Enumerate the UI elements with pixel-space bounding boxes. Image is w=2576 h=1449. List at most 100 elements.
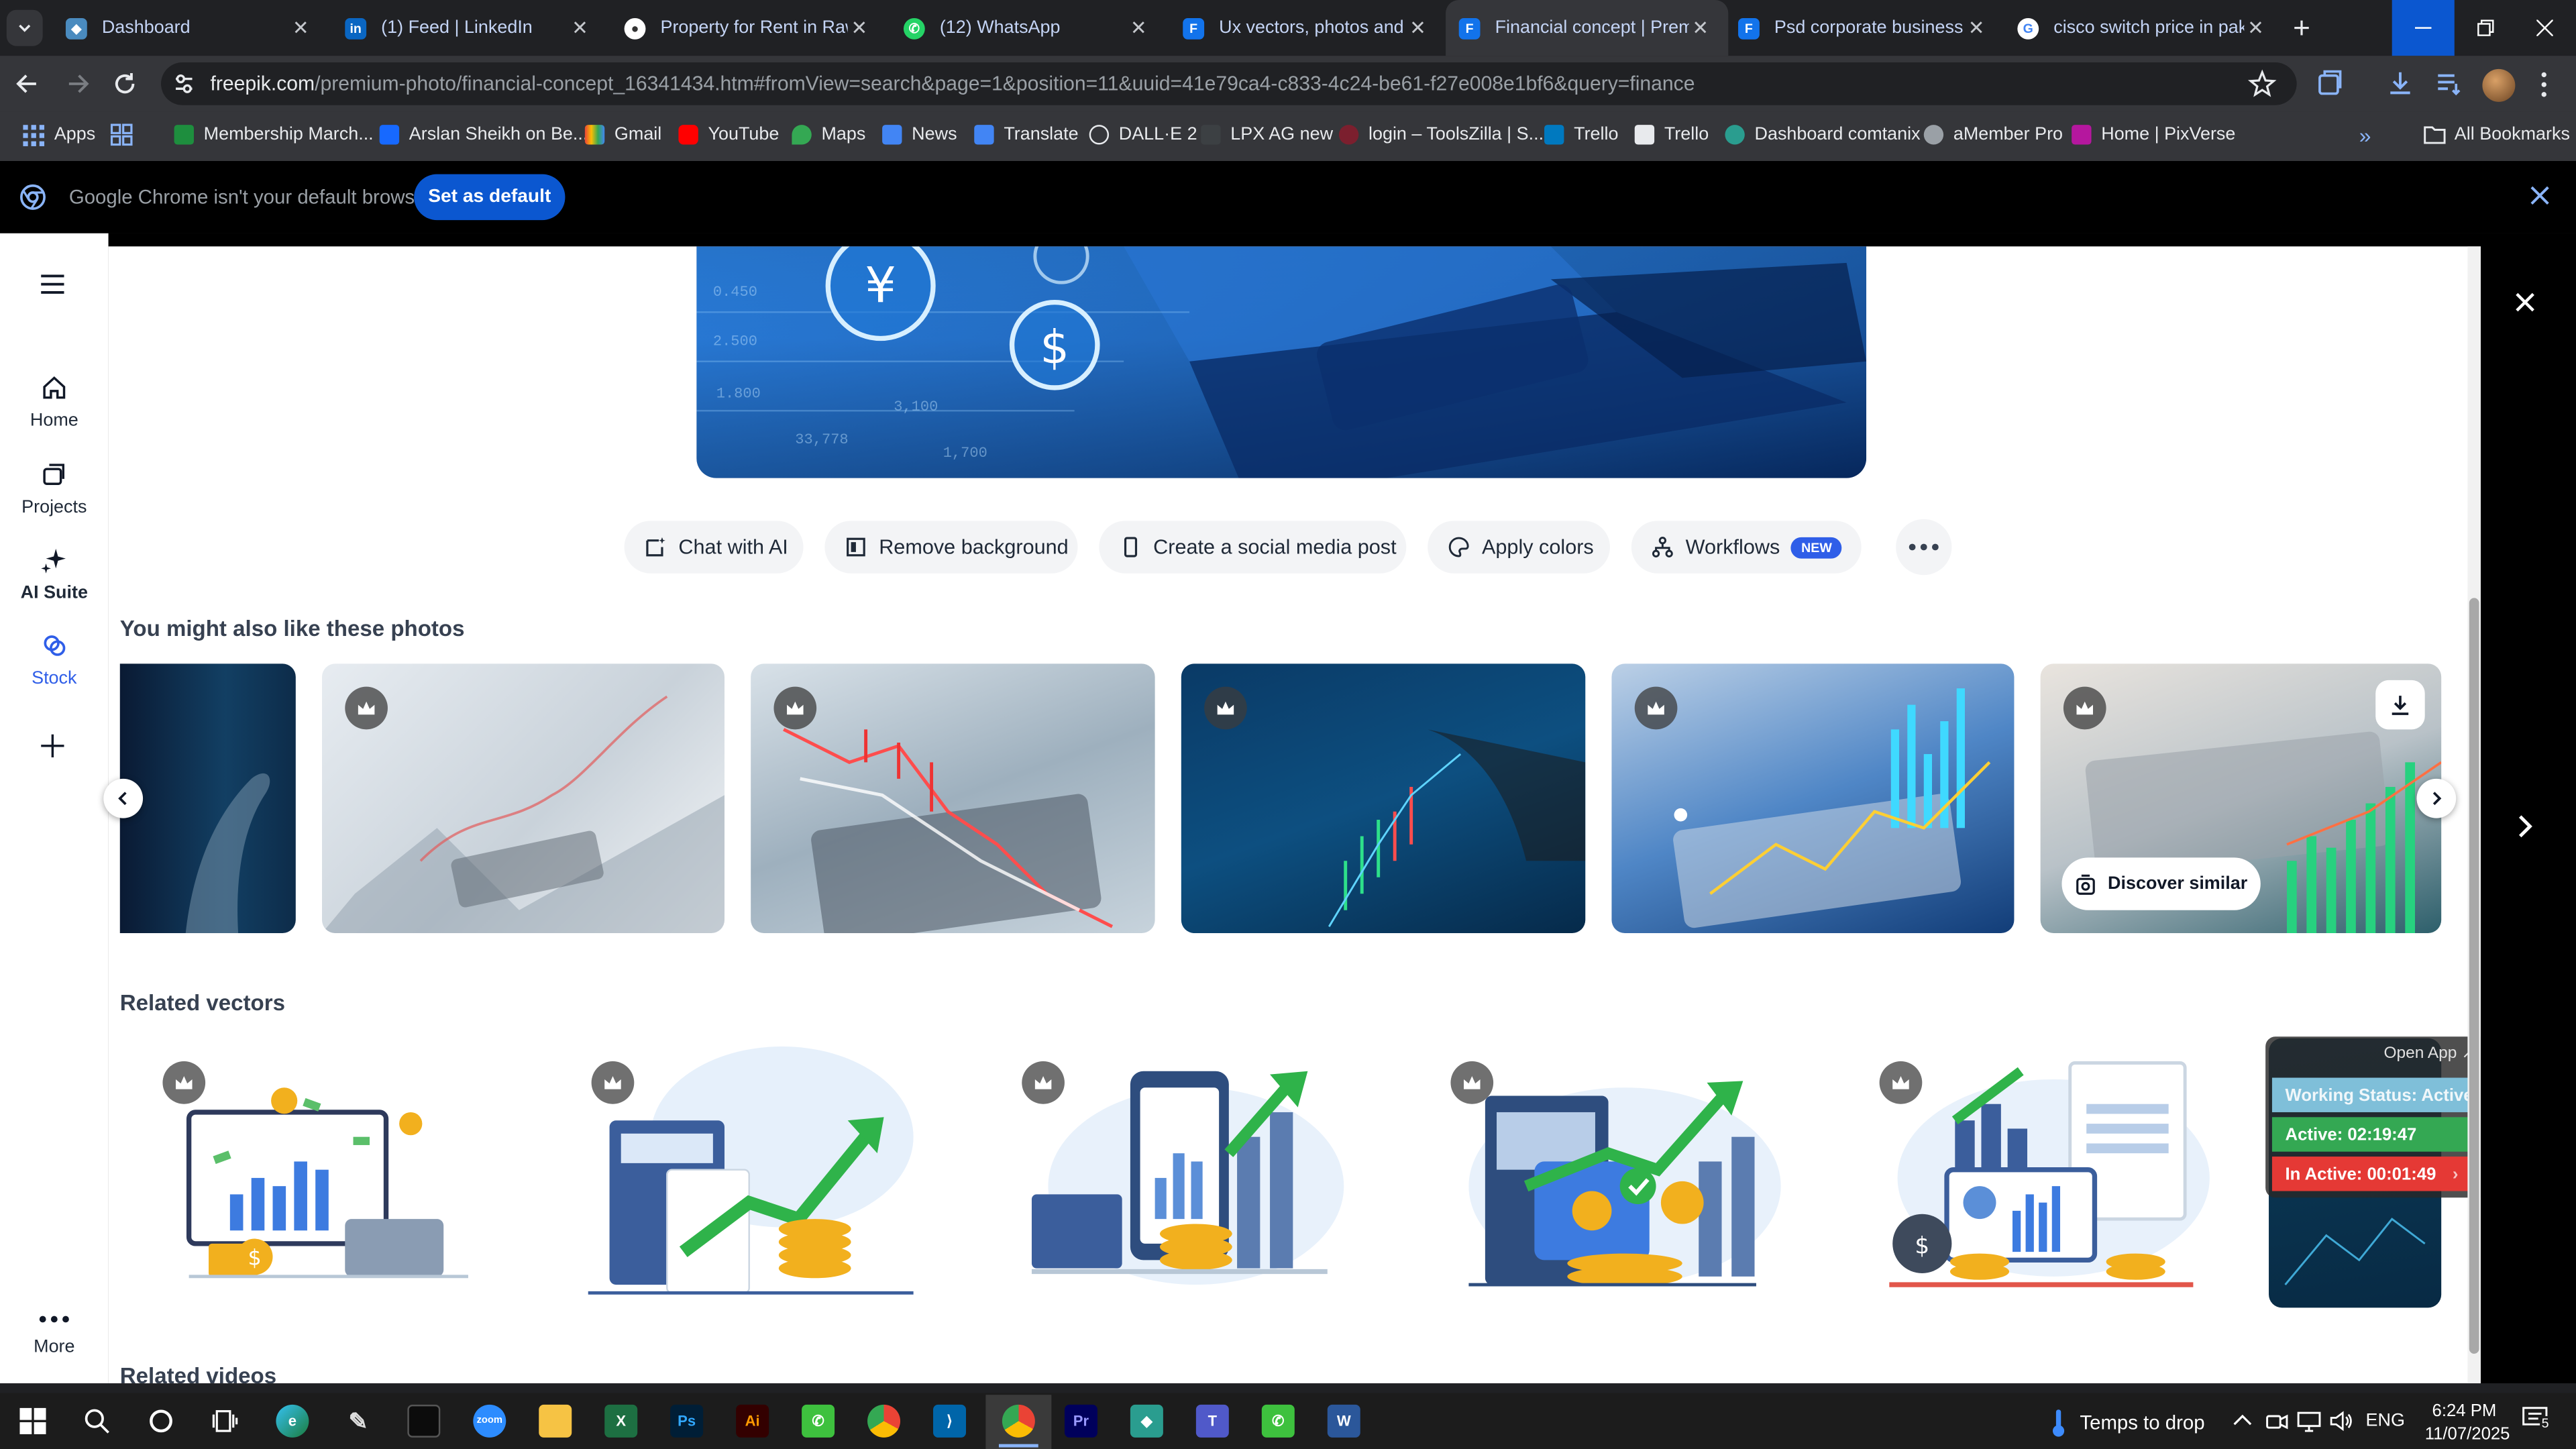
workflows-button[interactable]: Workflows NEW [1631, 521, 1862, 574]
close-window-button[interactable] [2514, 0, 2576, 56]
chat-with-ai-button[interactable]: Chat with AI [624, 521, 804, 574]
extension-icon[interactable] [2315, 69, 2345, 99]
downloads-icon[interactable] [2385, 69, 2415, 99]
taskbar-search-button[interactable] [84, 1408, 110, 1434]
tab-ux-vectors[interactable]: F Ux vectors, photos and PS ✕ [1173, 0, 1443, 56]
teams-taskbar-icon[interactable]: T [1195, 1404, 1229, 1438]
file-explorer-taskbar-icon[interactable] [539, 1404, 572, 1438]
bookmark-maps[interactable]: Maps [792, 121, 865, 148]
vector-card[interactable]: $ [140, 1038, 496, 1308]
volume-icon[interactable] [2330, 1409, 2353, 1432]
remove-background-button[interactable]: Remove background [824, 521, 1078, 574]
meet-now-icon[interactable] [2265, 1409, 2288, 1432]
minimize-button[interactable] [2392, 0, 2455, 56]
discover-similar-button[interactable]: Discover similar [2061, 857, 2261, 910]
photo-card[interactable] [751, 663, 1155, 934]
bookmark-comtanix[interactable]: Dashboard comtanix [1725, 121, 1921, 148]
word-taskbar-icon[interactable]: W [1327, 1404, 1360, 1438]
close-tab-icon[interactable]: ✕ [1689, 16, 1712, 39]
chrome-profile-taskbar-icon[interactable] [1002, 1404, 1035, 1438]
bookmark-trello-2[interactable]: Trello [1634, 121, 1709, 148]
tab-cisco-switch[interactable]: G cisco switch price in paki ✕ [2008, 0, 2281, 56]
more-actions-button[interactable] [1896, 519, 1952, 576]
tab-financial-concept[interactable]: F Financial concept | Premi ✕ [1446, 0, 1729, 56]
bookmark-dalle[interactable]: DALL·E 2 [1089, 121, 1197, 148]
sidebar-item-home[interactable]: Home [0, 374, 109, 431]
close-tab-icon[interactable]: ✕ [2244, 16, 2267, 39]
page-scrollbar[interactable] [2467, 246, 2481, 1384]
scrollbar-thumb[interactable] [2469, 598, 2479, 1354]
chrome-menu-icon[interactable] [2536, 69, 2550, 99]
bookmark-gmail[interactable]: Gmail [584, 121, 661, 148]
photo-card[interactable]: Discover similar [2040, 663, 2442, 934]
bookmark-news[interactable]: News [882, 121, 957, 148]
hamburger-menu-icon[interactable] [40, 273, 66, 296]
sidebar-item-stock[interactable]: Stock [0, 633, 109, 688]
cortana-button[interactable] [148, 1408, 174, 1434]
profile-avatar[interactable] [2482, 68, 2516, 102]
close-tab-icon[interactable]: ✕ [289, 16, 312, 39]
sidebar-add-button[interactable] [40, 733, 66, 759]
photo-card[interactable] [322, 663, 725, 934]
vector-card[interactable] [1428, 1038, 1783, 1308]
bookmark-membership[interactable]: Membership March... [174, 121, 374, 148]
edge-taskbar-icon[interactable]: e [276, 1404, 309, 1438]
weather-widget[interactable]: Temps to drop [2050, 1408, 2205, 1438]
vector-card[interactable] [568, 1038, 924, 1308]
set-as-default-button[interactable]: Set as default [414, 174, 566, 221]
apply-colors-button[interactable]: Apply colors [1428, 521, 1611, 574]
close-modal-button[interactable] [2514, 290, 2536, 313]
vector-card[interactable]: $ [1856, 1038, 2212, 1308]
bookmark-translate[interactable]: Translate [974, 121, 1079, 148]
tab-dashboard[interactable]: ◆ Dashboard ✕ [56, 0, 325, 56]
illustrator-taskbar-icon[interactable]: Ai [736, 1404, 769, 1438]
bookmark-star-icon[interactable] [2247, 69, 2277, 99]
new-tab-button[interactable]: + [2284, 10, 2320, 46]
clock[interactable]: 6:24 PM 11/07/2025 [2425, 1400, 2510, 1446]
photoshop-taskbar-icon[interactable]: Ps [670, 1404, 704, 1438]
bookmark-apps[interactable]: Apps [23, 121, 95, 148]
chrome-taskbar-icon[interactable] [867, 1404, 901, 1438]
bookmark-behance[interactable]: Arslan Sheikh on Be... [379, 121, 588, 148]
tab-property[interactable]: ● Property for Rent in Rawa ✕ [614, 0, 884, 56]
input-language-indicator[interactable]: ENG [2366, 1411, 2405, 1431]
main-photo[interactable]: 0.450 2.500 1.800 33,778 3,100 1,700 ¥ $ [696, 246, 1867, 478]
sidebar-item-ai-suite[interactable]: AI Suite [0, 547, 109, 603]
vscode-taskbar-icon[interactable]: ⟩ [933, 1404, 967, 1438]
photo-card[interactable] [1611, 663, 2015, 934]
media-controls-icon[interactable] [2434, 69, 2464, 99]
close-tab-icon[interactable]: ✕ [1127, 16, 1150, 39]
close-tab-icon[interactable]: ✕ [1965, 16, 1988, 39]
close-tab-icon[interactable]: ✕ [848, 16, 871, 39]
bookmarks-overflow[interactable]: » [2359, 121, 2371, 148]
bookmark-amember[interactable]: aMember Pro [1923, 121, 2063, 148]
close-tab-icon[interactable]: ✕ [1406, 16, 1429, 39]
close-infobar-button[interactable] [2528, 184, 2551, 207]
tab-whatsapp[interactable]: ✆ (12) WhatsApp ✕ [894, 0, 1163, 56]
sidebar-item-more[interactable]: More [0, 1316, 109, 1357]
zoom-taskbar-icon[interactable]: zoom [473, 1404, 506, 1438]
carousel-prev-button[interactable] [103, 778, 144, 818]
bookmark-toolszilla[interactable]: login – ToolsZilla | S... [1338, 121, 1544, 148]
terminal-taskbar-icon[interactable] [407, 1404, 441, 1438]
open-app-link[interactable]: Open App ↗ [2383, 1045, 2475, 1063]
all-bookmarks[interactable]: All Bookmarks [2423, 121, 2570, 148]
windows-start-button[interactable] [19, 1407, 46, 1434]
photo-card[interactable] [1181, 663, 1586, 934]
whatsapp-desktop-taskbar-icon[interactable]: ✆ [802, 1404, 835, 1438]
premiere-taskbar-icon[interactable]: Pr [1064, 1404, 1097, 1438]
carousel-next-button[interactable] [2416, 778, 2457, 818]
bookmark-lpx[interactable]: LPX AG new [1201, 121, 1333, 148]
bookmark-pixverse[interactable]: Home | PixVerse [2072, 121, 2235, 148]
bookmark-youtube[interactable]: YouTube [678, 121, 779, 148]
restore-button[interactable] [2455, 0, 2517, 56]
vector-card[interactable] [998, 1038, 1354, 1308]
excel-taskbar-icon[interactable]: X [604, 1404, 638, 1438]
app-taskbar-icon[interactable]: ◆ [1130, 1404, 1163, 1438]
bookmark-tab-groups[interactable] [110, 121, 133, 148]
tray-overflow-icon[interactable] [2233, 1413, 2252, 1429]
tab-linkedin[interactable]: in (1) Feed | LinkedIn ✕ [335, 0, 605, 56]
photo-card[interactable] [119, 663, 296, 934]
next-photo-button[interactable] [2514, 813, 2536, 839]
forward-button[interactable] [62, 69, 92, 99]
